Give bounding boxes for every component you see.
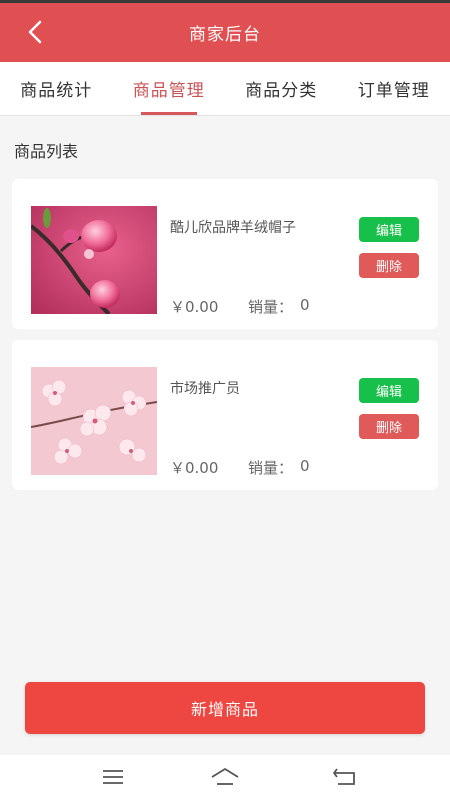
back-button[interactable]	[22, 17, 50, 47]
sales-value: 0	[300, 457, 310, 475]
product-card: 酷儿欣品牌羊绒帽子 编辑 删除 ￥0.00 销量： 0	[12, 179, 438, 329]
add-product-button[interactable]: 新增商品	[25, 682, 425, 734]
edit-button[interactable]: 编辑	[359, 378, 419, 403]
delete-button[interactable]: 删除	[359, 414, 419, 439]
product-image[interactable]	[31, 206, 157, 314]
sales-value: 0	[300, 296, 310, 314]
delete-button[interactable]: 删除	[359, 253, 419, 278]
product-image[interactable]	[31, 367, 157, 475]
product-name: 酷儿欣品牌羊绒帽子	[170, 220, 296, 236]
product-card: 市场推广员 编辑 删除 ￥0.00 销量： 0	[12, 340, 438, 490]
system-nav-bar	[0, 755, 450, 800]
menu-icon[interactable]	[98, 765, 128, 789]
tab-order-management[interactable]: 订单管理	[338, 62, 450, 115]
chevron-left-icon	[28, 20, 42, 44]
sales-label: 销量：	[248, 459, 294, 477]
tab-product-category[interactable]: 商品分类	[225, 62, 338, 115]
sales-label: 销量：	[248, 298, 294, 316]
home-icon[interactable]	[210, 765, 240, 789]
tab-product-stats[interactable]: 商品统计	[0, 62, 113, 115]
section-title: 商品列表	[14, 142, 79, 161]
page-title: 商家后台	[189, 25, 261, 45]
return-icon[interactable]	[330, 765, 360, 789]
tab-product-management[interactable]: 商品管理	[113, 62, 226, 115]
tab-bar: 商品统计 商品管理 商品分类 订单管理	[0, 62, 450, 116]
app-header: 商家后台	[0, 3, 450, 62]
product-price: ￥0.00	[170, 459, 219, 477]
product-price: ￥0.00	[170, 298, 219, 316]
product-name: 市场推广员	[170, 381, 240, 397]
edit-button[interactable]: 编辑	[359, 217, 419, 242]
